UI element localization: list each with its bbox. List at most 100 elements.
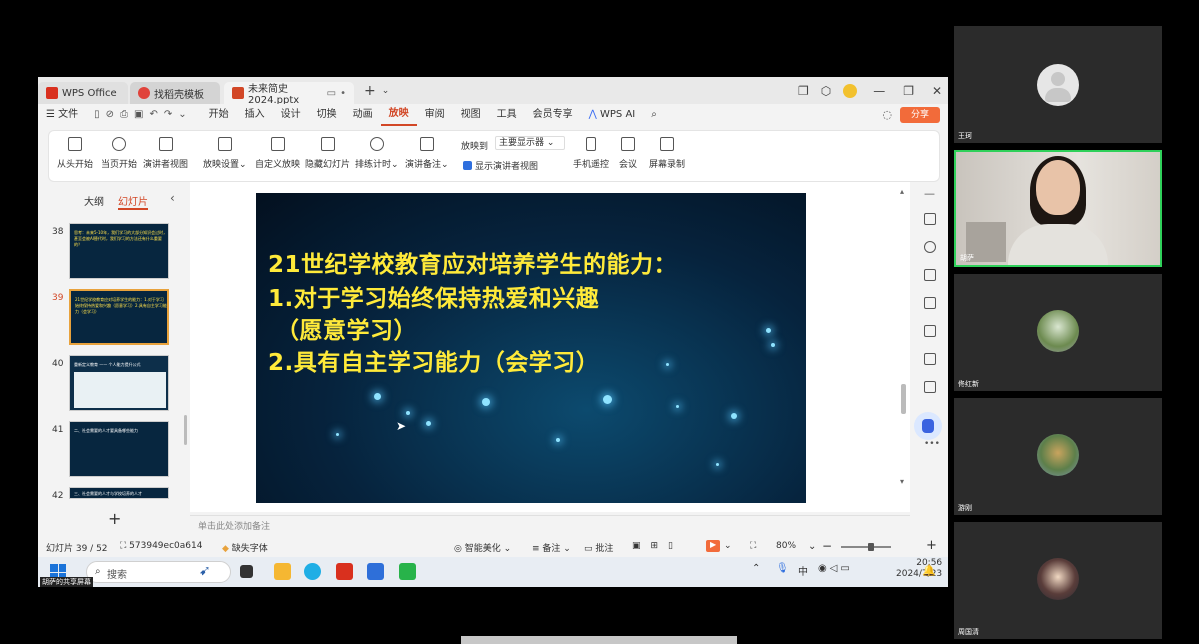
tab-wps-office[interactable]: WPS Office bbox=[38, 82, 128, 104]
microphone-icon[interactable]: 🎙 bbox=[776, 563, 789, 574]
comments-toggle[interactable]: ▭ 批注 bbox=[584, 541, 613, 554]
menu-transitions[interactable]: 切换 bbox=[309, 104, 345, 126]
slide-thumbnail[interactable]: 二、社会需要的人才要具备哪些能力 bbox=[69, 421, 169, 477]
menu-insert[interactable]: 插入 bbox=[237, 104, 273, 126]
menu-review[interactable]: 审阅 bbox=[417, 104, 453, 126]
collapse-pane-icon[interactable]: ‹ bbox=[170, 191, 175, 205]
view-mode-icons[interactable]: ▣⊞▯ bbox=[632, 541, 683, 551]
meeting-app-icon[interactable] bbox=[367, 563, 384, 580]
menu-tools[interactable]: 工具 bbox=[489, 104, 525, 126]
file-explorer-icon[interactable] bbox=[274, 563, 291, 580]
book-icon[interactable] bbox=[924, 353, 936, 365]
image-icon[interactable] bbox=[924, 297, 936, 309]
task-view-icon[interactable] bbox=[240, 565, 253, 578]
menu-wps-ai[interactable]: ⋀ WPS AI bbox=[581, 104, 644, 126]
zoom-slider-track[interactable] bbox=[841, 546, 891, 548]
participant-tile[interactable]: 周国清 bbox=[954, 522, 1162, 639]
meeting-bottom-bar[interactable] bbox=[461, 636, 737, 644]
quick-access-icons[interactable]: ▯⊘⎙▣↶↷⌄ bbox=[86, 104, 200, 126]
menu-member[interactable]: 会员专享 bbox=[525, 104, 581, 126]
slide-thumbnail[interactable]: 重新定义教育 —— 个人能力提升公式 bbox=[69, 355, 169, 411]
canvas-scrollbar[interactable]: ▴ ▾ bbox=[900, 187, 908, 512]
comment-icon[interactable]: ◌ bbox=[882, 108, 892, 121]
file-menu-label[interactable]: 文件 bbox=[58, 109, 78, 120]
edge-icon[interactable] bbox=[304, 563, 321, 580]
notes-toggle[interactable]: ≡ 备注 ⌄ bbox=[532, 541, 571, 554]
tab-docer-templates[interactable]: 找稻壳模板 bbox=[130, 82, 220, 104]
hide-slide-button[interactable]: 隐藏幻灯片 bbox=[305, 137, 350, 170]
new-tab-icon[interactable]: + bbox=[364, 83, 376, 99]
from-start-button[interactable]: 从头开始 bbox=[57, 137, 93, 170]
search-icon[interactable]: ⌕ bbox=[643, 104, 665, 126]
wps-taskbar-icon[interactable] bbox=[336, 563, 353, 580]
network-sound-battery-icons[interactable]: ◉◁▭ bbox=[818, 563, 853, 574]
star-icon[interactable] bbox=[924, 241, 936, 253]
meeting-button[interactable]: 会议 bbox=[619, 137, 637, 170]
slide-thumbnail[interactable]: 三、社会需要的人才与学校培养的人才 bbox=[69, 487, 169, 499]
notes-area[interactable]: 单击此处添加备注 bbox=[190, 515, 910, 537]
presenter-view-button[interactable]: 演讲者视图 bbox=[143, 137, 188, 170]
slide-thumbnail-selected[interactable]: 21世纪学校教育应对培养学生的能力：1.对于学习始终保持热爱和兴趣（愿意学习）2… bbox=[69, 289, 169, 345]
copy-icon[interactable] bbox=[924, 269, 936, 281]
participant-tile[interactable]: 游刚 bbox=[954, 398, 1162, 515]
current-slide[interactable]: 21世纪学校教育应对培养学生的能力： 1.对于学习始终保持热爱和兴趣 （愿意学习… bbox=[256, 193, 806, 503]
tab-slides[interactable]: 幻灯片 bbox=[118, 193, 148, 210]
zoom-out-icon[interactable]: − bbox=[822, 539, 832, 553]
tab-pptx-document[interactable]: 未来简史 2024.pptx ▭ • bbox=[224, 82, 354, 106]
scroll-up-icon[interactable]: ▴ bbox=[900, 187, 904, 196]
menu-start[interactable]: 开始 bbox=[201, 104, 237, 126]
phone-remote-button[interactable]: 手机遥控 bbox=[573, 137, 609, 170]
zoom-level[interactable]: 80% bbox=[776, 541, 796, 551]
custom-show-button[interactable]: 自定义放映 bbox=[255, 137, 300, 170]
share-button[interactable]: 分享 bbox=[900, 107, 940, 123]
notification-bell-icon[interactable]: 🔔 bbox=[922, 564, 936, 577]
menu-animations[interactable]: 动画 bbox=[345, 104, 381, 126]
zoom-slider-knob[interactable] bbox=[868, 543, 874, 551]
hamburger-icon[interactable]: ☰ 文件 bbox=[38, 104, 86, 126]
menu-slideshow[interactable]: 放映 bbox=[380, 104, 417, 126]
slideshow-settings-button[interactable]: 放映设置⌄ bbox=[203, 137, 247, 170]
zoom-menu-icon[interactable]: ⌄ bbox=[808, 541, 816, 552]
participant-tile[interactable]: 佟红新 bbox=[954, 274, 1162, 391]
participant-tile-active-speaker[interactable]: 胡萨 bbox=[954, 150, 1162, 267]
chevron-down-icon[interactable]: ⌄ bbox=[382, 86, 390, 96]
layout-icon[interactable]: ❐ bbox=[798, 84, 809, 98]
menu-view[interactable]: 视图 bbox=[453, 104, 489, 126]
add-slide-icon[interactable]: + bbox=[108, 509, 121, 528]
speaker-notes-button[interactable]: 演讲备注⌄ bbox=[405, 137, 449, 170]
rehearse-button[interactable]: 排练计时⌄ bbox=[355, 137, 399, 170]
adjust-icon[interactable] bbox=[924, 213, 936, 225]
taskbar-search[interactable]: ⌕ 搜索 ➹ bbox=[86, 561, 231, 583]
close-icon[interactable]: ✕ bbox=[932, 84, 942, 98]
slide-thumbnail[interactable]: 思考：未来5-10年，我们学习的大部分知识会过时，甚至会被AI替代时，我们学习的… bbox=[69, 223, 169, 279]
monitor-select[interactable]: 主要显示器 ⌄ bbox=[495, 136, 565, 150]
from-current-button[interactable]: 当页开始 bbox=[101, 137, 137, 170]
minimize-icon[interactable]: — bbox=[873, 84, 885, 98]
smart-beautify-button[interactable]: ◎ 智能美化 ⌄ bbox=[454, 541, 511, 554]
iqiyi-icon[interactable] bbox=[399, 563, 416, 580]
participant-tile[interactable]: 王珂 bbox=[954, 26, 1162, 143]
hand-assistant-icon[interactable] bbox=[914, 412, 942, 440]
restore-icon[interactable]: ❐ bbox=[903, 84, 914, 98]
fit-screen-icon[interactable]: ⛶ bbox=[750, 541, 756, 551]
cube-icon[interactable]: ⬡ bbox=[821, 84, 831, 98]
pane-scrollbar[interactable] bbox=[184, 415, 187, 445]
ime-indicator[interactable]: 中 bbox=[798, 563, 808, 578]
user-avatar-icon[interactable] bbox=[843, 83, 858, 98]
tools-icon[interactable] bbox=[924, 325, 936, 337]
scroll-thumb[interactable] bbox=[901, 384, 906, 414]
tray-expand-icon[interactable]: ⌃ bbox=[752, 563, 760, 574]
tab-outline[interactable]: 大纲 bbox=[84, 193, 104, 210]
zoom-in-icon[interactable]: + bbox=[926, 538, 937, 553]
menu-design[interactable]: 设计 bbox=[273, 104, 309, 126]
more-icon[interactable]: ••• bbox=[924, 439, 940, 449]
screen-record-button[interactable]: 屏幕录制 bbox=[649, 137, 685, 170]
play-options-icon[interactable]: ⌄ bbox=[724, 541, 732, 551]
slideshow-play-button[interactable]: ▶ bbox=[706, 540, 720, 552]
tab-monitor-icon[interactable]: ▭ bbox=[327, 88, 336, 99]
bag-icon[interactable] bbox=[924, 381, 936, 393]
scroll-down-icon[interactable]: ▾ bbox=[900, 477, 904, 486]
collapse-icon[interactable]: — bbox=[924, 187, 935, 200]
presenter-view-checkbox[interactable]: 显示演讲者视图 bbox=[463, 159, 538, 172]
missing-font-button[interactable]: ◆ 缺失字体 bbox=[222, 541, 268, 554]
